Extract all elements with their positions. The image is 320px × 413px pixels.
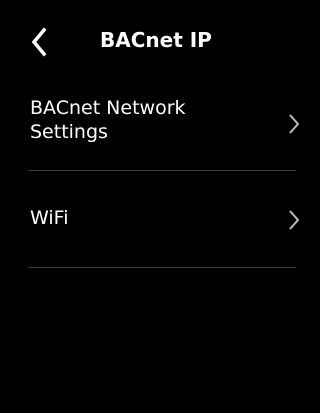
back-button[interactable] xyxy=(26,22,56,62)
chevron-right-icon xyxy=(287,112,301,136)
menu-item-bacnet-network-settings[interactable]: BACnet Network Settings xyxy=(28,96,305,168)
menu-item-label: WiFi xyxy=(30,207,69,229)
menu-item-label: BACnet Network Settings xyxy=(30,96,260,144)
chevron-left-icon xyxy=(31,27,47,57)
header-bar: BACnet IP xyxy=(0,0,305,80)
chevron-right-icon xyxy=(287,208,301,232)
divider xyxy=(28,170,296,171)
menu-item-label-line1: BACnet Network xyxy=(30,97,186,119)
menu-item-wifi[interactable]: WiFi xyxy=(28,172,305,266)
page-title: BACnet IP xyxy=(100,28,212,52)
divider xyxy=(28,267,296,268)
menu-item-label-line2: Settings xyxy=(30,121,108,143)
screen: BACnet IP BACnet Network Settings WiFi xyxy=(0,0,305,413)
